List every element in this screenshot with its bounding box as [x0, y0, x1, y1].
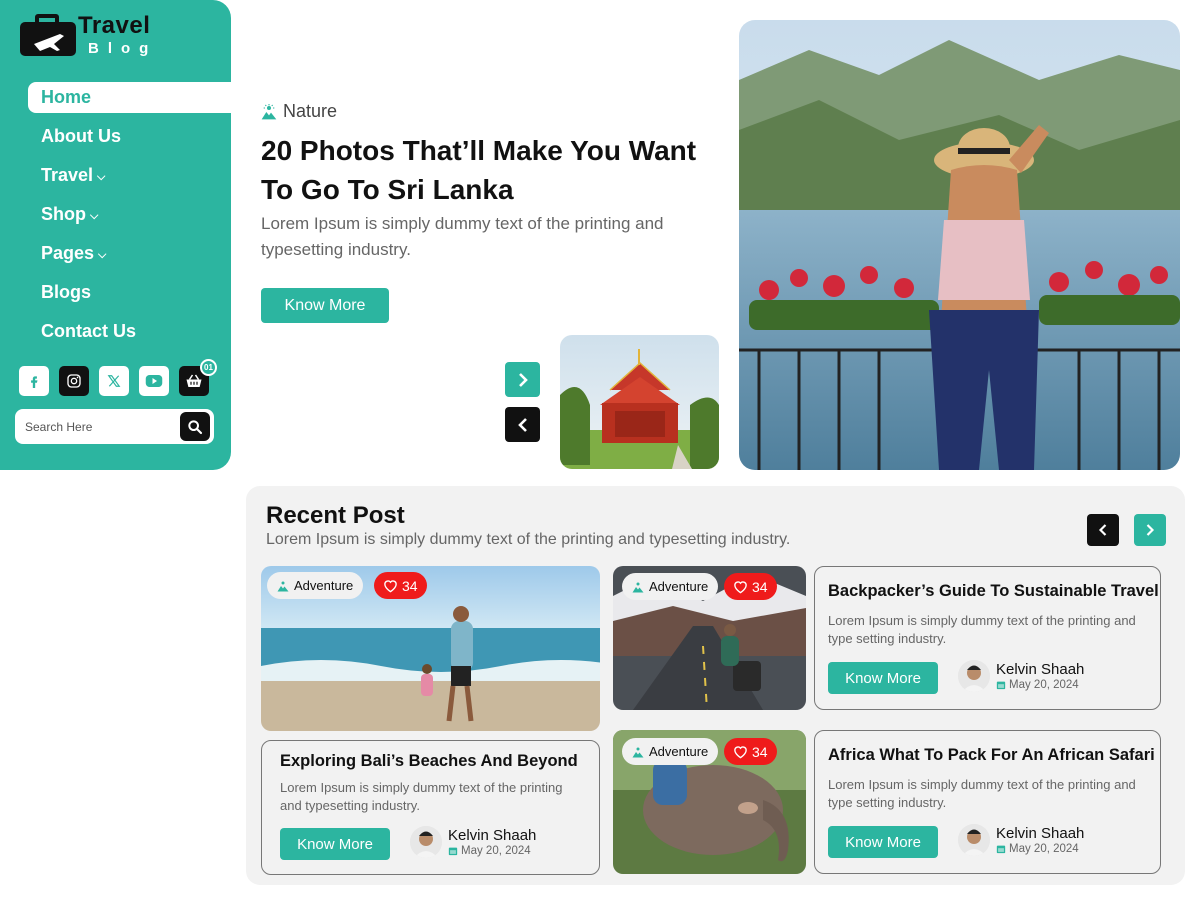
heart-icon [384, 579, 397, 592]
mountain-sun-icon [632, 582, 644, 592]
calendar-icon [448, 847, 458, 855]
youtube-icon[interactable] [139, 366, 169, 396]
post-tag-label: Adventure [294, 578, 354, 593]
recent-posts-title: Recent Post [266, 502, 405, 529]
suitcase-plane-icon [20, 14, 76, 56]
post-description: Lorem Ipsum is simply dummy text of the … [828, 777, 1136, 810]
post-date: May 20, 2024 [448, 845, 536, 857]
hero-description: Lorem Ipsum is simply dummy text of the … [261, 214, 664, 259]
nav-label: Contact Us [41, 321, 137, 341]
nav-item-blogs[interactable]: Blogs [28, 277, 231, 308]
like-badge[interactable]: 34 [724, 738, 777, 765]
heart-icon [734, 580, 747, 593]
mountain-sun-icon [277, 581, 289, 591]
chevron-right-icon [518, 372, 528, 387]
hero-prev-button[interactable] [505, 407, 540, 442]
logo-wordmark: Travel [78, 12, 151, 39]
chevron-left-icon [517, 417, 527, 432]
like-badge[interactable]: 34 [724, 573, 777, 600]
like-count: 34 [752, 578, 768, 595]
mountain-sun-icon [632, 747, 644, 757]
post-description: Lorem Ipsum is simply dummy text of the … [280, 780, 563, 813]
nav-label: Pages [41, 243, 95, 263]
post-date-text: May 20, 2024 [461, 844, 531, 857]
post-know-more-button[interactable]: Know More [828, 826, 938, 858]
recent-next-button[interactable] [1134, 514, 1166, 546]
nav-label: Shop [41, 204, 86, 224]
post-date: May 20, 2024 [996, 679, 1084, 691]
post-title[interactable]: Africa What To Pack For An African Safar… [828, 746, 1155, 765]
hero-next-button[interactable] [505, 362, 540, 397]
recent-prev-button[interactable] [1087, 514, 1119, 546]
hero-know-more-button[interactable]: Know More [261, 288, 389, 323]
calendar-icon [996, 681, 1006, 689]
hero-category: Nature [261, 101, 337, 122]
chevron-down-icon: ⌵ [90, 209, 99, 222]
nav-label: About Us [41, 126, 121, 146]
author-name: Kelvin Shaah [996, 824, 1085, 842]
post-author: Kelvin Shaah May 20, 2024 [410, 826, 536, 858]
search-button[interactable] [180, 412, 210, 441]
facebook-icon[interactable] [19, 366, 49, 396]
nav-item-shop[interactable]: Shop ⌵ [28, 199, 231, 230]
author-name: Kelvin Shaah [996, 660, 1085, 678]
post-description: Lorem Ipsum is simply dummy text of the … [828, 613, 1136, 646]
hero-title: 20 Photos That’ll Make You Want To Go To… [261, 135, 697, 205]
avatar [958, 660, 990, 692]
calendar-icon [996, 845, 1006, 853]
post-title[interactable]: Exploring Bali’s Beaches And Beyond [280, 752, 578, 771]
logo-subword: Blog [88, 40, 158, 57]
chevron-left-icon [1098, 524, 1107, 536]
hero-image-lake [739, 20, 1180, 470]
author-name: Kelvin Shaah [448, 826, 537, 844]
nav-item-home[interactable]: Home [28, 82, 231, 113]
nav-item-about-us[interactable]: About Us [28, 121, 231, 152]
cart-count-badge: 01 [200, 359, 217, 376]
post-author: Kelvin Shaah May 20, 2024 [958, 660, 1084, 692]
post-tag[interactable]: Adventure [267, 572, 364, 599]
nav-item-pages[interactable]: Pages ⌵ [28, 238, 231, 269]
post-title[interactable]: Backpacker’s Guide To Sustainable Travel [828, 582, 1159, 601]
search-input[interactable] [25, 417, 175, 437]
post-date-text: May 20, 2024 [1009, 678, 1079, 691]
post-tag-label: Adventure [649, 744, 709, 759]
recent-posts-subtitle: Lorem Ipsum is simply dummy text of the … [266, 531, 791, 548]
chevron-down-icon: ⌵ [97, 170, 106, 183]
nav-label: Home [41, 87, 92, 107]
x-icon[interactable] [99, 366, 129, 396]
nav-item-travel[interactable]: Travel ⌵ [28, 160, 231, 191]
social-links: 01 [19, 359, 217, 396]
avatar [958, 824, 990, 856]
avatar [410, 826, 442, 858]
post-know-more-button[interactable]: Know More [828, 662, 938, 694]
nav-label: Blogs [41, 282, 92, 302]
chevron-right-icon [1146, 524, 1155, 536]
like-badge[interactable]: 34 [374, 572, 427, 599]
post-author: Kelvin Shaah May 20, 2024 [958, 824, 1084, 856]
post-tag[interactable]: Adventure [622, 738, 719, 765]
mountain-sun-icon [261, 103, 277, 119]
post-tag-label: Adventure [649, 579, 709, 594]
hero-thumbnail-temple[interactable] [560, 335, 719, 469]
main-nav: Home About Us Travel ⌵ Shop ⌵ Pages ⌵ Blogs… [28, 82, 231, 355]
post-know-more-button[interactable]: Know More [280, 828, 390, 860]
search-box [15, 409, 214, 444]
basket-icon[interactable]: 01 [179, 359, 217, 396]
nav-item-contact-us[interactable]: Contact Us [28, 316, 231, 347]
heart-icon [734, 745, 747, 758]
instagram-icon[interactable] [59, 366, 89, 396]
chevron-down-icon: ⌵ [98, 248, 107, 261]
hero-category-label: Nature [283, 101, 338, 121]
post-date: May 20, 2024 [996, 843, 1084, 855]
nav-label: Travel [41, 165, 94, 185]
post-date-text: May 20, 2024 [1009, 842, 1079, 855]
logo[interactable]: Travel Blog [18, 10, 168, 62]
post-tag[interactable]: Adventure [622, 573, 719, 600]
search-icon [188, 419, 203, 434]
like-count: 34 [402, 577, 418, 594]
like-count: 34 [752, 743, 768, 760]
